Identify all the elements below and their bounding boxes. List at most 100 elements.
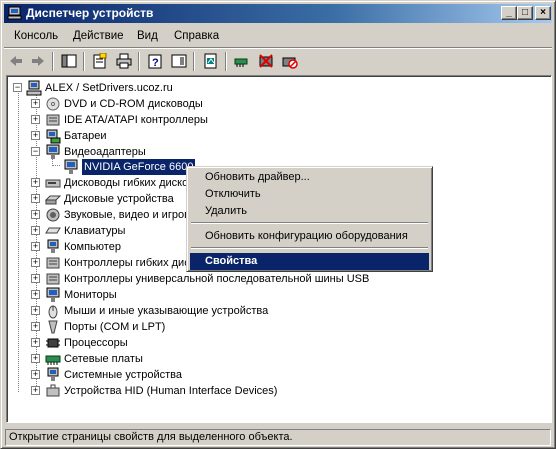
tree-item-processors[interactable]: + Процессоры (7, 335, 407, 351)
svg-text:?: ? (152, 57, 159, 69)
expand-toggle[interactable]: + (31, 274, 40, 283)
tree-item-hid[interactable]: + Устройства HID (Human Interface Device… (7, 383, 407, 399)
uninstall-button[interactable] (256, 52, 276, 71)
floppy-controller-icon (46, 257, 60, 269)
tree-item-ide[interactable]: + IDE ATA/ATAPI контроллеры (7, 112, 407, 128)
disk-drive-icon (45, 195, 61, 205)
help-button[interactable]: ? (145, 52, 165, 71)
menu-separator (191, 247, 428, 249)
print-button[interactable] (114, 52, 134, 71)
system-device-icon (47, 367, 59, 381)
tree-item-usb-controllers[interactable]: + Контроллеры универсальной последовател… (7, 271, 407, 287)
expand-toggle[interactable]: + (31, 386, 40, 395)
menu-view[interactable]: Вид (137, 29, 158, 43)
expand-toggle[interactable]: + (31, 306, 40, 315)
properties-button[interactable] (90, 52, 110, 71)
tree-root-label: ALEX / SetDrivers.ucoz.ru (45, 82, 173, 94)
expand-toggle[interactable]: + (31, 115, 40, 124)
menu-action[interactable]: Действие (73, 29, 124, 43)
tree-item-label: Дисковые устройства (64, 193, 174, 205)
menu-console[interactable]: Консоль (14, 29, 58, 43)
menu-update-driver[interactable]: Обновить драйвер... (190, 169, 429, 186)
forward-button[interactable] (28, 52, 48, 71)
tree-item-batteries[interactable]: + Батареи (7, 128, 407, 144)
tree-item-mice[interactable]: + Мыши и иные указывающие устройства (7, 303, 407, 319)
show-hide-tree-button[interactable] (59, 52, 79, 71)
menu-disable[interactable]: Отключить (190, 186, 429, 203)
update-driver-button[interactable] (201, 52, 221, 71)
disable-button[interactable] (280, 52, 300, 71)
usb-icon (46, 273, 60, 285)
tree-item-label: Порты (COM и LPT) (64, 321, 166, 333)
tree-item-system[interactable]: + Системные устройства (7, 367, 407, 383)
tree-item-dvd[interactable]: + DVD и CD-ROM дисководы (7, 96, 407, 112)
tree-item-label: Мыши и иные указывающие устройства (64, 305, 269, 317)
toolbar-separator (138, 52, 140, 71)
console-tree-button[interactable] (169, 52, 189, 71)
maximize-button[interactable]: □ (517, 6, 533, 20)
print-icon (116, 53, 132, 69)
tree-item-label: Клавиатуры (64, 225, 126, 237)
scan-hardware-icon (234, 58, 248, 67)
speaker-icon (46, 208, 60, 222)
expand-toggle[interactable]: + (31, 354, 40, 363)
expand-toggle[interactable]: + (31, 226, 40, 235)
expand-toggle[interactable]: + (31, 290, 40, 299)
toolbar-separator (83, 52, 85, 71)
title-bar[interactable]: Диспетчер устройств _ □ × (4, 4, 552, 23)
close-button[interactable]: × (535, 6, 551, 20)
expand-toggle[interactable]: + (31, 194, 40, 203)
expand-toggle[interactable]: + (31, 338, 40, 347)
tree-item-network[interactable]: + Сетевые платы (7, 351, 407, 367)
menu-help[interactable]: Справка (174, 29, 219, 43)
device-manager-icon (7, 6, 22, 20)
expand-toggle[interactable]: + (31, 210, 40, 219)
toolbar-separator (225, 52, 227, 71)
expand-toggle[interactable]: + (31, 178, 40, 187)
minimize-button[interactable]: _ (501, 6, 517, 20)
expand-toggle[interactable]: + (31, 131, 40, 140)
tree-item-label: Компьютер (64, 241, 121, 253)
collapse-toggle[interactable]: − (31, 147, 40, 156)
menu-bar: Консоль Действие Вид Справка (4, 26, 552, 46)
menu-separator (191, 222, 428, 224)
toolbar-separator (193, 52, 195, 71)
tree-item-label: Сетевые платы (64, 353, 143, 365)
tree-item-label: NVIDIA GeForce 6600 (82, 159, 196, 175)
toolbar-separator (52, 52, 54, 71)
tree-root[interactable]: − ALEX / SetDrivers.ucoz.ru (7, 80, 307, 96)
ide-controller-icon (46, 114, 60, 126)
expand-toggle[interactable]: + (31, 370, 40, 379)
expand-toggle[interactable]: + (31, 99, 40, 108)
tree-item-label: Дисководы гибких дисков (64, 177, 195, 189)
expand-toggle[interactable]: + (31, 242, 40, 251)
tree-item-label: Контроллеры универсальной последовательн… (64, 273, 370, 285)
menu-properties[interactable]: Свойства (190, 253, 429, 270)
status-text: Открытие страницы свойств для выделенног… (5, 429, 551, 446)
tree-item-label: Батареи (64, 130, 107, 142)
tree-item-label: Системные устройства (64, 369, 183, 381)
port-icon (48, 320, 58, 334)
expand-toggle[interactable]: + (31, 258, 40, 267)
scan-hardware-button[interactable] (232, 52, 252, 71)
tree-item-label: Видеоадаптеры (64, 146, 146, 158)
tree-item-ports[interactable]: + Порты (COM и LPT) (7, 319, 407, 335)
menu-delete[interactable]: Удалить (190, 203, 429, 220)
device-manager-window: Диспетчер устройств _ □ × Консоль Действ… (0, 0, 556, 449)
back-button[interactable] (6, 52, 26, 71)
tree-item-label: IDE ATA/ATAPI контроллеры (64, 114, 208, 126)
display-adapter-icon (46, 144, 60, 159)
context-menu: Обновить драйвер... Отключить Удалить Об… (186, 166, 433, 272)
monitor-icon (46, 287, 60, 302)
mouse-icon (48, 305, 58, 319)
menu-scan-hardware[interactable]: Обновить конфигурацию оборудования (190, 228, 429, 245)
tree-item-monitors[interactable]: + Мониторы (7, 287, 407, 303)
properties-icon (93, 53, 107, 69)
cd-drive-icon (46, 97, 60, 111)
keyboard-icon (45, 227, 61, 234)
collapse-toggle[interactable]: − (13, 83, 22, 92)
network-card-icon (45, 355, 61, 365)
floppy-drive-icon (45, 179, 61, 188)
tree-item-display-adapters[interactable]: − Видеоадаптеры (7, 144, 407, 160)
expand-toggle[interactable]: + (31, 322, 40, 331)
